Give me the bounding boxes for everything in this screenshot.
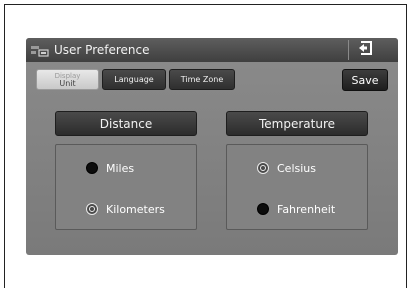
distance-option-miles-label: Miles: [106, 161, 135, 175]
preference-app-icon: [30, 43, 50, 57]
temperature-options-box: Celsius Fahrenheit: [226, 144, 368, 230]
radio-selected-icon: [86, 203, 98, 215]
tab-language-label: Language: [114, 75, 154, 84]
radio-unselected-icon: [257, 203, 269, 215]
distance-option-miles[interactable]: Miles: [86, 159, 134, 177]
user-preference-screen: User Preference Display Unit Language Ti…: [26, 38, 398, 255]
temperature-option-celsius-label: Celsius: [277, 161, 316, 175]
distance-option-kilometers[interactable]: Kilometers: [86, 200, 165, 218]
distance-options-box: Miles Kilometers: [55, 144, 197, 230]
distance-group-header: Distance: [55, 111, 197, 136]
temperature-option-fahrenheit[interactable]: Fahrenheit: [257, 200, 335, 218]
tab-display-unit-label-line2: Unit: [59, 78, 76, 88]
radio-unselected-icon: [86, 162, 98, 174]
temperature-option-fahrenheit-label: Fahrenheit: [277, 202, 336, 216]
tab-time-zone[interactable]: Time Zone: [169, 69, 235, 90]
distance-group-title: Distance: [99, 116, 153, 131]
back-exit-icon: [357, 40, 373, 60]
radio-selected-icon: [257, 162, 269, 174]
title-bar: User Preference: [26, 38, 398, 62]
temperature-option-celsius[interactable]: Celsius: [257, 159, 316, 177]
tab-display-unit[interactable]: Display Unit: [36, 69, 99, 90]
save-button-label: Save: [351, 73, 379, 87]
back-button[interactable]: [348, 40, 381, 60]
tab-time-zone-label: Time Zone: [180, 75, 224, 84]
window-title: User Preference: [54, 43, 150, 57]
distance-option-kilometers-label: Kilometers: [106, 202, 165, 216]
tab-language[interactable]: Language: [102, 69, 166, 90]
temperature-group-title: Temperature: [258, 116, 335, 131]
save-button[interactable]: Save: [342, 69, 388, 91]
temperature-group-header: Temperature: [226, 111, 368, 136]
